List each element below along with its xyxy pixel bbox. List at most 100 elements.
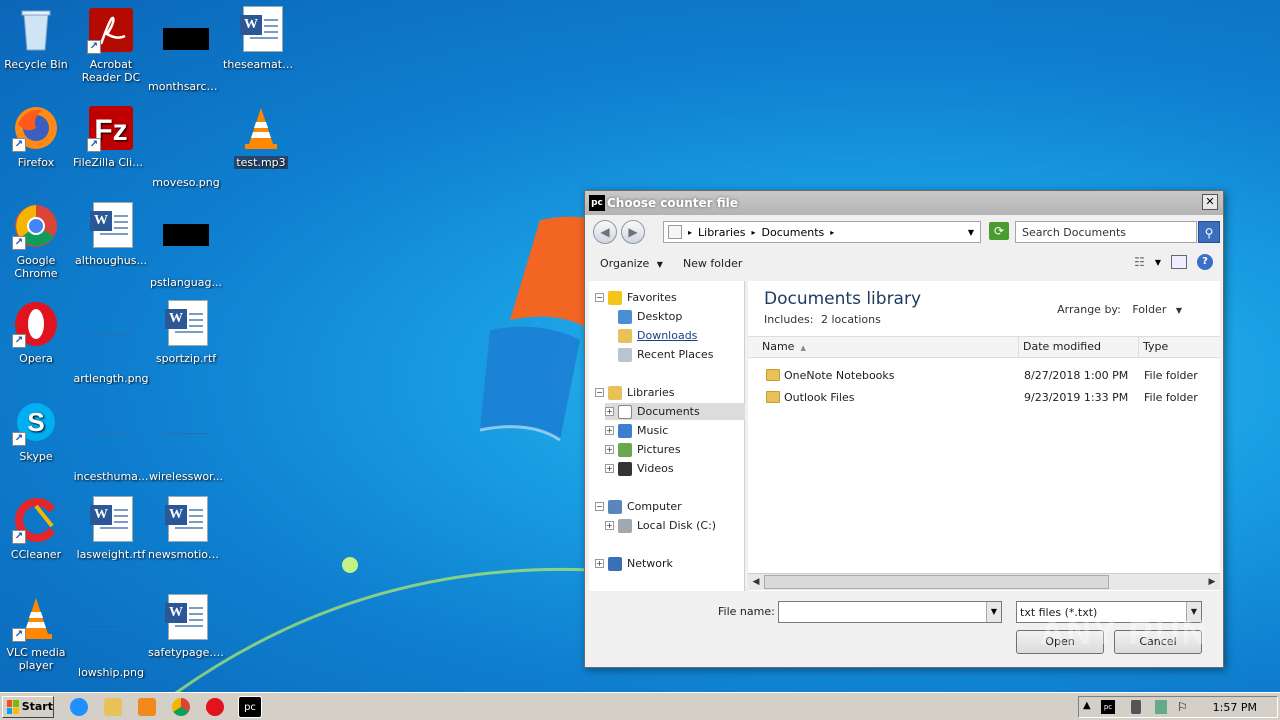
view-options-icon[interactable]: ☷ xyxy=(1134,255,1145,269)
locations-link[interactable]: 2 locations xyxy=(821,313,881,326)
desktop-icon-test-mp3[interactable]: test.mp3 xyxy=(221,104,301,172)
collapse-icon[interactable]: − xyxy=(595,502,604,511)
column-header: Name ▲ Date modified Type xyxy=(748,336,1220,358)
desktop-icon-vlc[interactable]: ↗ VLC media player xyxy=(0,594,76,672)
desktop-icon-safetypage[interactable]: W safetypage.rtf xyxy=(146,594,226,659)
view-dropdown-icon[interactable]: ▼ xyxy=(1155,258,1161,267)
desktop-icon-moveso[interactable]: moveso.png xyxy=(146,104,226,189)
volume-icon[interactable] xyxy=(1131,700,1141,714)
dialog-titlebar[interactable]: pc Choose counter file ✕ xyxy=(585,191,1223,215)
file-name-dropdown-icon[interactable]: ▼ xyxy=(986,602,1001,622)
desktop-icon-althoughus[interactable]: W althoughus... xyxy=(71,202,151,267)
chrome-taskbar-icon[interactable] xyxy=(172,698,190,716)
expand-icon[interactable]: + xyxy=(595,559,604,568)
nav-desktop[interactable]: Desktop xyxy=(618,308,682,325)
collapse-icon[interactable]: − xyxy=(595,388,604,397)
expand-icon[interactable]: + xyxy=(605,521,614,530)
network-tray-icon[interactable] xyxy=(1155,700,1167,714)
desktop-icon-label: wirelesswor... xyxy=(148,470,224,483)
back-button[interactable]: ◀ xyxy=(593,220,617,244)
desktop-icon-incesthuma[interactable]: incesthuma... xyxy=(71,398,151,483)
action-center-flag-icon[interactable]: ⚐ xyxy=(1177,700,1191,714)
refresh-icon[interactable]: ⟳ xyxy=(989,222,1009,240)
scroll-right-icon[interactable]: ▶ xyxy=(1206,576,1218,588)
desktop-icon-monthsarchi[interactable]: monthsarchi... xyxy=(146,6,226,93)
collapse-icon[interactable]: − xyxy=(595,293,604,302)
start-button[interactable]: Start xyxy=(2,696,54,718)
nav-documents[interactable]: + Documents xyxy=(605,403,745,420)
organize-button[interactable]: Organize ▼ xyxy=(600,257,663,270)
forward-button[interactable]: ▶ xyxy=(621,220,645,244)
preview-pane-icon[interactable] xyxy=(1171,255,1187,269)
desktop-icon-wirelesswor[interactable]: wirelesswor... xyxy=(146,398,226,483)
downloads-folder-icon xyxy=(618,328,632,343)
desktop-icon-opera[interactable]: ↗ Opera xyxy=(0,300,76,365)
scroll-left-icon[interactable]: ◀ xyxy=(750,576,762,588)
desktop-icon-lasweight[interactable]: W lasweight.rtf xyxy=(71,496,151,561)
desktop-icon-skype[interactable]: S ↗ Skype xyxy=(0,398,76,463)
new-folder-button[interactable]: New folder xyxy=(683,257,742,270)
help-icon[interactable]: ? xyxy=(1197,254,1213,270)
expand-icon[interactable]: + xyxy=(605,464,614,473)
expand-icon[interactable]: + xyxy=(605,445,614,454)
navigation-pane: − Favorites Desktop Downloads Recent Plac… xyxy=(589,281,745,591)
media-player-icon[interactable] xyxy=(138,698,156,716)
file-name-input[interactable]: ▼ xyxy=(778,601,1002,623)
scrollbar-thumb[interactable] xyxy=(764,575,1109,589)
file-row[interactable]: OneNote Notebooks 8/27/2018 1:00 PM File… xyxy=(748,366,1220,386)
clock[interactable]: 1:57 PM xyxy=(1213,701,1257,714)
nav-music[interactable]: + Music xyxy=(605,422,668,439)
nav-libraries[interactable]: − Libraries xyxy=(595,384,675,401)
arrange-dropdown[interactable]: Folder xyxy=(1132,303,1166,316)
address-bar[interactable]: ▸ Libraries ▸ Documents ▸ ▼ xyxy=(663,221,981,243)
shortcut-arrow-icon: ↗ xyxy=(12,628,26,642)
desktop-icon-sportzip[interactable]: W sportzip.rtf xyxy=(146,300,226,365)
expand-icon[interactable]: + xyxy=(605,407,614,416)
desktop-icon-pstlanguag[interactable]: pstlanguag... xyxy=(146,202,226,289)
opera-taskbar-icon[interactable] xyxy=(206,698,224,716)
column-name[interactable]: Name ▲ xyxy=(748,337,1019,357)
address-dropdown-icon[interactable]: ▼ xyxy=(968,228,974,237)
desktop-icon-filezilla[interactable]: Fz ↗ FileZilla Client xyxy=(71,104,151,169)
show-hidden-icons-icon[interactable]: ▲ xyxy=(1083,700,1097,714)
nav-computer[interactable]: − Computer xyxy=(595,498,682,515)
nav-downloads[interactable]: Downloads xyxy=(618,327,697,344)
search-icon[interactable]: ⚲ xyxy=(1198,221,1220,243)
nav-local-disk[interactable]: + Local Disk (C:) xyxy=(605,517,716,534)
acrobat-icon: ↗ xyxy=(87,6,135,54)
close-button[interactable]: ✕ xyxy=(1202,194,1218,210)
desktop-icon-acrobat-reader[interactable]: ↗ Acrobat Reader DC xyxy=(71,6,151,84)
nav-recent-places[interactable]: Recent Places xyxy=(618,346,714,363)
word-document-icon: W xyxy=(87,496,135,544)
file-date: 9/23/2019 1:33 PM xyxy=(1024,391,1129,404)
desktop-icon-label: CCleaner xyxy=(10,548,62,561)
arrange-dropdown-icon[interactable]: ▼ xyxy=(1176,306,1182,315)
column-type[interactable]: Type xyxy=(1139,337,1220,357)
desktop-icon-ccleaner[interactable]: ↗ CCleaner xyxy=(0,496,76,561)
desktop-icon-artlength[interactable]: artlength.png xyxy=(71,300,151,385)
nav-pictures[interactable]: + Pictures xyxy=(605,441,681,458)
file-explorer-icon[interactable] xyxy=(104,698,122,716)
column-date[interactable]: Date modified xyxy=(1019,337,1139,357)
pc-app-taskbar-icon[interactable]: pc xyxy=(238,696,262,718)
desktop-icon-google-chrome[interactable]: ↗ Google Chrome xyxy=(0,202,76,280)
desktop-icon-lowship[interactable]: lowship.png xyxy=(71,594,151,679)
horizontal-scrollbar[interactable]: ◀ ▶ xyxy=(748,573,1220,590)
breadcrumb-libraries[interactable]: Libraries xyxy=(698,226,746,239)
desktop-icon-recycle-bin[interactable]: Recycle Bin xyxy=(0,6,76,71)
desktop-icon-newsmotion[interactable]: W newsmotion... xyxy=(146,496,226,561)
nav-label: Network xyxy=(627,557,673,570)
desktop-icon-theseamate[interactable]: W theseamate... xyxy=(221,6,301,71)
internet-explorer-icon[interactable] xyxy=(70,698,88,716)
desktop-icon-firefox[interactable]: ↗ Firefox xyxy=(0,104,76,169)
nav-label: Pictures xyxy=(637,443,681,456)
breadcrumb-documents[interactable]: Documents xyxy=(762,226,825,239)
search-input[interactable]: Search Documents xyxy=(1015,221,1197,243)
nav-favorites[interactable]: − Favorites xyxy=(595,289,677,306)
nav-network[interactable]: + Network xyxy=(595,555,673,572)
nav-label: Documents xyxy=(637,405,700,418)
expand-icon[interactable]: + xyxy=(605,426,614,435)
pc-tray-icon[interactable]: pc xyxy=(1101,700,1115,714)
nav-videos[interactable]: + Videos xyxy=(605,460,674,477)
file-row[interactable]: Outlook Files 9/23/2019 1:33 PM File fol… xyxy=(748,388,1220,408)
